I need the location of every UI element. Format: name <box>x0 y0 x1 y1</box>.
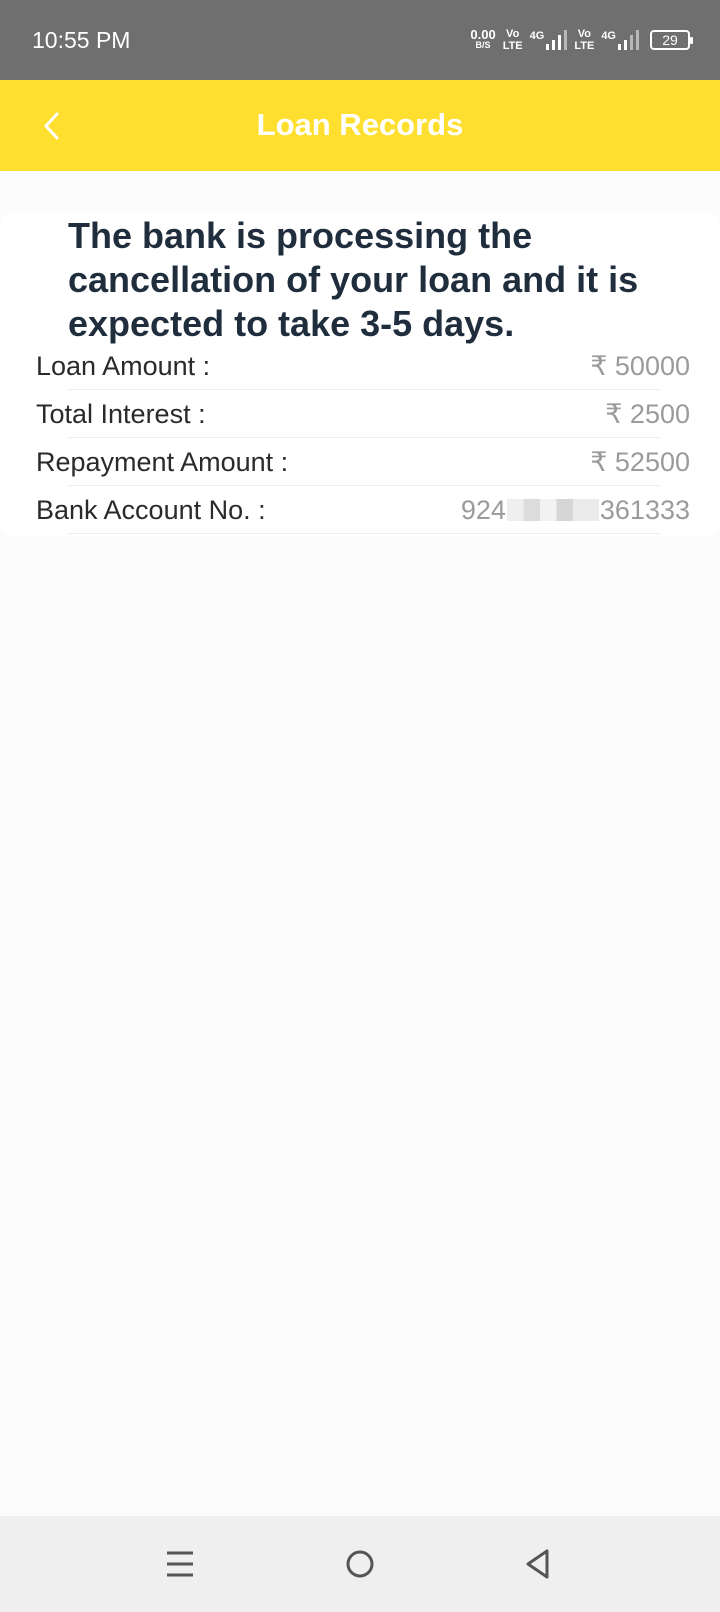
total-interest-row: Total Interest : ₹ 2500 <box>0 390 720 438</box>
bank-account-suffix: 361333 <box>599 495 690 525</box>
volte-icon: Vo LTE <box>502 28 523 52</box>
system-back-button[interactable] <box>514 1540 562 1588</box>
repayment-amount-row: Repayment Amount : ₹ 52500 <box>0 438 720 486</box>
menu-icon <box>167 1551 193 1577</box>
battery-icon: 29 <box>650 30 693 50</box>
network-type-label: 4G <box>601 30 616 42</box>
bank-account-row: Bank Account No. : 924 361333 <box>0 486 720 534</box>
page-title: Loan Records <box>256 107 464 142</box>
network-speed-value: 0.00 <box>470 27 496 42</box>
bank-account-value: 924 361333 <box>461 494 690 526</box>
repayment-amount-label: Repayment Amount : <box>36 447 289 477</box>
bank-account-label: Bank Account No. : <box>36 495 266 525</box>
home-icon <box>346 1550 374 1578</box>
total-interest-label: Total Interest : <box>36 399 206 429</box>
divider <box>68 533 660 534</box>
network-speed-unit: B/S <box>475 40 491 50</box>
loan-amount-value: ₹ 50000 <box>590 351 690 381</box>
volte-icon: Vo LTE <box>574 28 595 52</box>
signal-icon: 4G <box>530 29 568 51</box>
loan-amount-label: Loan Amount : <box>36 351 211 381</box>
signal-bars-icon <box>546 30 568 50</box>
status-time: 10:55 PM <box>32 27 131 53</box>
home-button[interactable] <box>336 1540 384 1588</box>
cancellation-notice: The bank is processing the cancellation … <box>68 215 639 344</box>
loan-record-card: The bank is processing the cancellation … <box>0 212 720 536</box>
bank-account-prefix: 924 <box>460 495 506 525</box>
signal-icon: 4G <box>601 29 639 51</box>
loan-amount-row: Loan Amount : ₹ 50000 <box>0 342 720 390</box>
app-bar: Loan Records <box>0 80 720 171</box>
navigation-bar <box>0 1516 720 1612</box>
status-icons: 0.00 B/S Vo LTE 4G Vo LTE 4G 29 <box>470 24 693 56</box>
network-speed: 0.00 B/S <box>470 27 496 51</box>
recent-apps-button[interactable] <box>156 1540 204 1588</box>
masked-digits <box>506 499 599 521</box>
network-type-label: 4G <box>529 30 545 42</box>
repayment-amount-value: ₹ 52500 <box>590 447 690 477</box>
total-interest-value: ₹ 2500 <box>605 399 690 429</box>
back-triangle-icon <box>526 1549 549 1579</box>
battery-level: 29 <box>662 32 678 48</box>
status-bar: 10:55 PM 0.00 B/S Vo LTE 4G Vo LTE 4G 29 <box>0 0 720 80</box>
signal-bars-icon <box>618 30 639 50</box>
